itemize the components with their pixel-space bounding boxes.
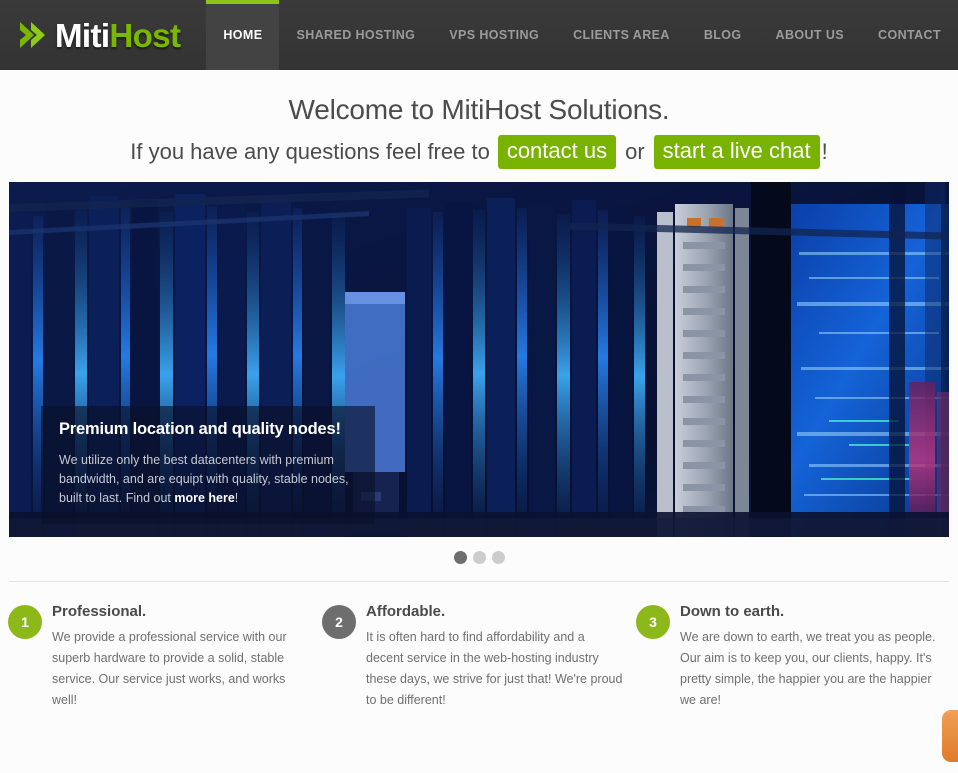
slider-dot-1[interactable] — [453, 550, 467, 564]
slide-caption: Premium location and quality nodes! We u… — [41, 405, 375, 524]
nav-label: VPS HOSTING — [449, 28, 540, 42]
feature-body: We provide a professional service with o… — [52, 629, 287, 707]
feature-content: Down to earth. We are down to earth, we … — [680, 603, 938, 711]
feature-item-affordable: 2 Affordable. It is often hard to find a… — [322, 603, 636, 711]
feature-number-badge: 1 — [8, 604, 42, 639]
nav-item-shared-hosting[interactable]: SHARED HOSTING — [279, 0, 432, 70]
nav-item-vps-hosting[interactable]: VPS HOSTING — [432, 0, 556, 70]
features-section: 1 Professional. We provide a professiona… — [0, 582, 958, 711]
double-chevron-right-icon — [20, 22, 45, 48]
nav-item-home[interactable]: HOME — [206, 0, 280, 70]
nav-item-contact[interactable]: CONTACT — [861, 0, 958, 70]
slide-caption-text-after: ! — [234, 490, 239, 505]
nav-item-clients-area[interactable]: CLIENTS AREA — [556, 0, 687, 70]
feature-number-badge: 3 — [636, 604, 670, 639]
welcome-lead-text: If you have any questions feel free to — [130, 139, 490, 165]
slider-dot-2[interactable] — [472, 550, 486, 564]
nav-item-about-us[interactable]: ABOUT US — [759, 0, 861, 70]
slider-dot-3[interactable] — [491, 550, 505, 564]
nav-label: SHARED HOSTING — [296, 28, 416, 42]
feature-title: Down to earth. — [680, 602, 785, 620]
slide-caption-heading: Premium location and quality nodes! — [59, 419, 341, 438]
feature-item-professional: 1 Professional. We provide a professiona… — [8, 603, 322, 711]
feature-content: Professional. We provide a professional … — [52, 603, 310, 711]
feature-title: Affordable. — [366, 602, 446, 620]
feature-number-badge: 2 — [322, 604, 356, 639]
site-header: MitiHost HOME SHARED HOSTING VPS HOSTING… — [0, 0, 958, 70]
nav-label: HOME — [223, 28, 263, 42]
nav-label: BLOG — [703, 28, 742, 42]
main-navigation: HOME SHARED HOSTING VPS HOSTING CLIENTS … — [206, 0, 958, 70]
slider-pagination — [0, 550, 958, 564]
welcome-section: Welcome to MitiHost Solutions. If you ha… — [0, 70, 958, 169]
feedback-side-tab[interactable] — [942, 710, 958, 762]
hero-slider[interactable]: Premium location and quality nodes! We u… — [9, 181, 949, 537]
nav-label: ABOUT US — [775, 28, 845, 42]
slide-caption-link[interactable]: more here — [174, 491, 234, 505]
start-live-chat-button[interactable]: start a live chat — [653, 135, 820, 169]
nav-item-blog[interactable]: BLOG — [687, 0, 759, 70]
logo-text-primary: Miti — [55, 16, 110, 54]
logo-text-accent: Host — [109, 16, 181, 54]
welcome-subtitle: If you have any questions feel free to c… — [0, 135, 958, 169]
feature-title: Professional. — [52, 602, 147, 620]
slide-caption-body: We utilize only the best datacenters wit… — [59, 451, 357, 508]
logo[interactable]: MitiHost — [0, 0, 206, 70]
welcome-trailing-text: ! — [821, 139, 828, 165]
welcome-or-text: or — [625, 139, 645, 165]
nav-label: CLIENTS AREA — [573, 28, 670, 42]
page-title: Welcome to MitiHost Solutions. — [288, 94, 670, 125]
feature-body: We are down to earth, we treat you as pe… — [680, 629, 936, 707]
logo-text: MitiHost — [55, 16, 181, 54]
feature-body: It is often hard to find affordability a… — [366, 629, 623, 707]
contact-us-button[interactable]: contact us — [497, 135, 617, 169]
nav-label: CONTACT — [878, 28, 941, 42]
feature-content: Affordable. It is often hard to find aff… — [366, 603, 624, 711]
feature-item-down-to-earth: 3 Down to earth. We are down to earth, w… — [636, 603, 950, 711]
